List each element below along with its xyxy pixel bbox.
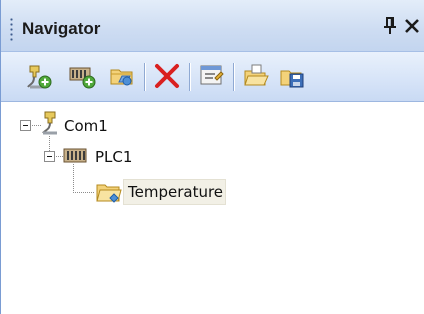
tree-node-temperature[interactable]: Temperature: [123, 179, 226, 205]
tree-node-plc1-label[interactable]: PLC1: [95, 148, 132, 166]
tree-line: [49, 136, 50, 152]
properties-icon: [200, 65, 224, 85]
tree-line: [73, 164, 74, 192]
tag-folder-icon: [95, 180, 123, 209]
add-group-button[interactable]: [107, 61, 137, 91]
add-device-button[interactable]: [67, 61, 97, 91]
connector-add-icon: [27, 65, 52, 89]
device-add-icon: [69, 67, 96, 89]
properties-button[interactable]: [197, 61, 227, 91]
tree-line: [73, 192, 95, 193]
pin-button[interactable]: [381, 16, 399, 40]
connector-icon: [39, 111, 61, 140]
pin-icon: [384, 17, 396, 34]
drag-grip-icon[interactable]: [10, 17, 13, 41]
toolbar-separator: [144, 63, 146, 91]
panel-titlebar[interactable]: Navigator: [1, 0, 424, 52]
tree-node-com1-label[interactable]: Com1: [64, 117, 108, 135]
navigator-panel: Navigator Com1 PLC1 Temperature: [0, 0, 424, 314]
close-button[interactable]: [402, 15, 422, 39]
collapse-toggle-plc1[interactable]: [44, 151, 55, 162]
panel-title: Navigator: [22, 19, 101, 38]
toolbar-separator: [189, 63, 191, 91]
add-port-button[interactable]: [23, 61, 53, 91]
folder-add-icon: [110, 69, 133, 86]
delete-icon: [155, 64, 179, 88]
delete-button[interactable]: [152, 61, 182, 91]
open-button[interactable]: [241, 61, 271, 91]
open-folder-icon: [244, 64, 269, 86]
collapse-toggle-com1[interactable]: [20, 120, 31, 131]
toolbar-separator: [233, 63, 235, 91]
close-icon: [405, 19, 419, 33]
navigator-toolbar: [1, 52, 424, 102]
save-button[interactable]: [277, 61, 307, 91]
tree-node-temperature-label: Temperature: [128, 183, 224, 201]
plc-device-icon: [63, 146, 89, 171]
navigator-tree: Com1 PLC1 Temperature: [1, 102, 424, 314]
save-icon: [280, 70, 304, 88]
